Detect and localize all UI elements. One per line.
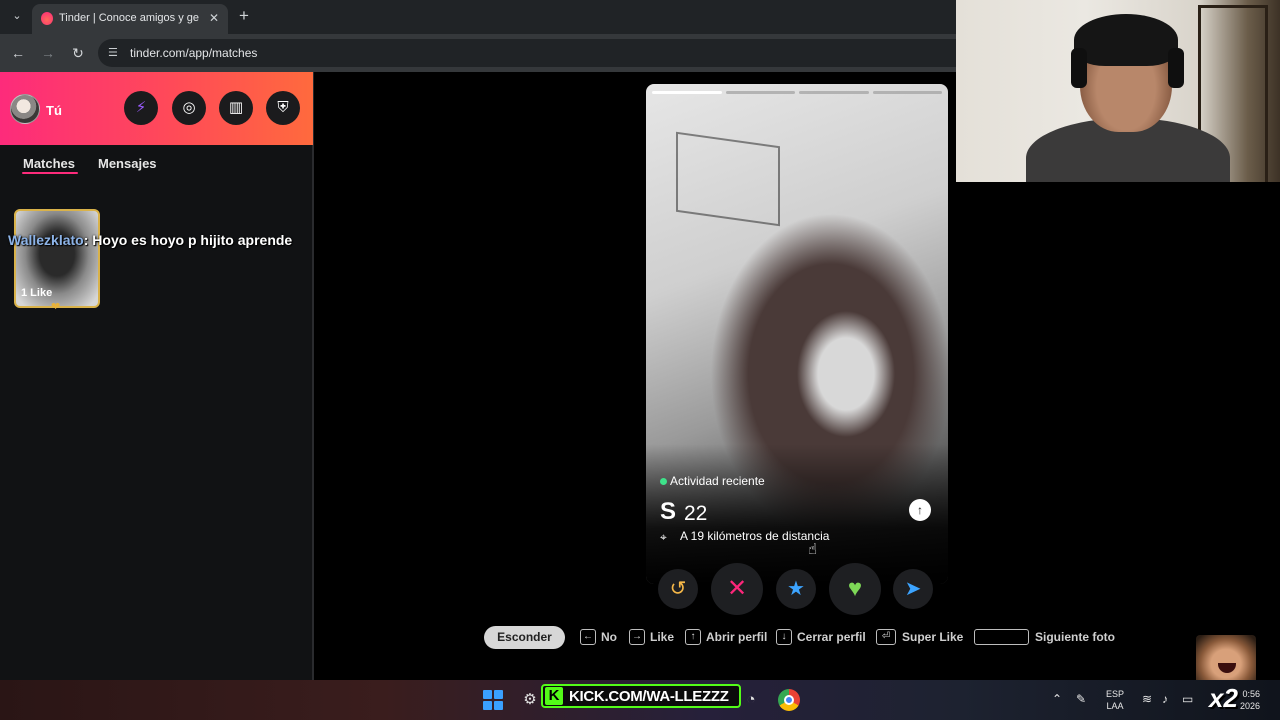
- bolt-icon[interactable]: ⚡: [124, 91, 158, 125]
- multiplier-badge: x2: [1209, 683, 1238, 713]
- kick-logo: K: [545, 687, 563, 705]
- up-arrow-key-icon: ↑: [685, 629, 701, 645]
- sidebar: Tú ⚡ ◎ ▥ ⛨ Matches Mensajes 1 Like ❤: [0, 72, 314, 680]
- kick-banner: K KICK.COM/WA-LLEZZZ: [541, 684, 741, 708]
- hint-next-photo: Siguiente foto: [1035, 630, 1115, 644]
- new-tab-icon[interactable]: +: [236, 7, 252, 25]
- settings-icon[interactable]: ⚙: [520, 690, 540, 710]
- active-tab-indicator: [22, 172, 78, 174]
- likes-card[interactable]: 1 Like: [14, 209, 100, 308]
- clock-time: 0:56: [1242, 689, 1261, 699]
- hint-close-profile: Cerrar perfil: [797, 630, 866, 644]
- wall-picture-frame: [676, 131, 780, 227]
- space-key-icon: [974, 629, 1029, 645]
- site-info-icon[interactable]: ☰: [108, 46, 122, 60]
- tray-chevron-icon[interactable]: ⌃: [1052, 692, 1062, 706]
- streamer-hair: [1074, 14, 1178, 66]
- send-icon: ➤: [904, 578, 922, 600]
- rewind-icon: ↺: [669, 578, 687, 600]
- chat-text: Hoyo es hoyo p hijito aprende: [92, 232, 293, 248]
- chat-username: Wallezklato: [8, 232, 84, 248]
- profile-card[interactable]: Actividad reciente S 22 ↑ ⌖ A 19 kilómet…: [646, 84, 948, 584]
- browser-tab[interactable]: Tinder | Conoce amigos y gente nueva ✕: [32, 4, 228, 34]
- nope-button[interactable]: ✕: [711, 563, 763, 615]
- sidebar-header: Tú ⚡ ◎ ▥ ⛨: [0, 72, 313, 145]
- photo-progress-bar[interactable]: [725, 91, 795, 94]
- avatar[interactable]: [10, 94, 40, 124]
- down-arrow-key-icon: ↓: [776, 629, 792, 645]
- heart-icon: ♥: [847, 575, 863, 602]
- webcam-overlay: [956, 0, 1280, 182]
- location-pin-icon: ⌖: [660, 530, 667, 544]
- photo-progress-bar[interactable]: [799, 91, 869, 94]
- hint-super-like: Super Like: [902, 630, 964, 644]
- profile-label[interactable]: Tú: [46, 103, 62, 118]
- headset-right: [1168, 48, 1184, 88]
- photo-progress-bars: [652, 91, 942, 95]
- star-icon: ★: [787, 578, 805, 600]
- profile-name: S: [660, 498, 677, 525]
- hint-no: No: [601, 630, 617, 644]
- hint-like: Like: [650, 630, 675, 644]
- language-indicator[interactable]: ESP LAA: [1106, 688, 1124, 712]
- gold-heart-icon: ❤: [51, 301, 61, 313]
- hint-open-profile: Abrir perfil: [706, 630, 768, 644]
- hand-cursor-icon: ☝: [808, 541, 818, 558]
- tab-messages[interactable]: Mensajes: [98, 156, 157, 171]
- open-profile-arrow-icon[interactable]: ↑: [909, 499, 931, 521]
- clock-date: 2026: [1240, 701, 1261, 711]
- forward-arrow-icon[interactable]: →: [38, 43, 58, 63]
- battery-icon[interactable]: ▭: [1182, 692, 1193, 706]
- boost-button[interactable]: ➤: [893, 569, 933, 609]
- tinder-flame-icon: [41, 12, 53, 25]
- profile-age: 22: [684, 502, 708, 525]
- browser-tab-bar: ⌄ Tinder | Conoce amigos y gente nueva ✕…: [0, 0, 956, 34]
- like-button[interactable]: ♥: [829, 563, 881, 615]
- wifi-icon[interactable]: ≋: [1142, 692, 1152, 706]
- close-tab-icon[interactable]: ✕: [206, 10, 222, 26]
- hide-hints-button[interactable]: Esconder: [484, 626, 565, 649]
- rewind-button[interactable]: ↺: [658, 569, 698, 609]
- active-status-dot: [660, 478, 667, 485]
- url-text: tinder.com/app/matches: [130, 46, 258, 60]
- headset-left: [1071, 48, 1087, 88]
- chat-separator: :: [83, 232, 89, 248]
- chrome-icon[interactable]: [778, 689, 800, 711]
- super-like-button[interactable]: ★: [776, 569, 816, 609]
- tab-matches[interactable]: Matches: [23, 156, 75, 171]
- sidebar-tabs: Matches Mensajes: [0, 145, 313, 185]
- close-icon: ✕: [726, 575, 748, 602]
- shield-icon[interactable]: ⛨: [266, 91, 300, 125]
- photo-progress-bar[interactable]: [652, 91, 722, 94]
- lang-bottom: LAA: [1106, 701, 1124, 711]
- tab-list-icon[interactable]: ⌄: [7, 6, 27, 26]
- right-arrow-key-icon: →: [629, 629, 645, 645]
- reload-icon[interactable]: ↻: [68, 43, 88, 63]
- photo-progress-bar[interactable]: [872, 91, 942, 94]
- address-bar[interactable]: ☰ tinder.com/app/matches: [98, 39, 956, 67]
- lang-top: ESP: [1106, 689, 1125, 699]
- back-arrow-icon[interactable]: ←: [8, 43, 28, 63]
- kick-url: KICK.COM/WA-LLEZZZ: [569, 688, 729, 705]
- volume-icon[interactable]: ♪: [1162, 692, 1168, 706]
- windows-start-icon[interactable]: [483, 690, 503, 710]
- emote-mouth: [1218, 663, 1236, 673]
- tab-title: Tinder | Conoce amigos y gente nueva: [59, 12, 199, 24]
- likes-count: 1 Like: [21, 287, 53, 299]
- activity-label: Actividad reciente: [670, 474, 765, 488]
- briefcase-icon[interactable]: ▥: [219, 91, 253, 125]
- taskbar: ⚙ K KICK.COM/WA-LLEZZZ ◔ ⌃ ✎ ESP LAA ≋ ♪…: [0, 680, 1280, 720]
- compass-icon[interactable]: ◎: [172, 91, 206, 125]
- left-arrow-key-icon: ←: [580, 629, 596, 645]
- app-icon[interactable]: ◔: [741, 690, 761, 710]
- enter-key-icon: ⏎: [876, 629, 896, 645]
- stream-chat-message: Wallezklato: Hoyo es hoyo p hijito apren…: [8, 232, 292, 248]
- browser-toolbar: ← → ↻ ☰ tinder.com/app/matches: [0, 34, 956, 72]
- pen-icon[interactable]: ✎: [1076, 692, 1086, 706]
- clock[interactable]: 0:56 2026: [1240, 688, 1260, 712]
- profile-distance: A 19 kilómetros de distancia: [680, 529, 830, 543]
